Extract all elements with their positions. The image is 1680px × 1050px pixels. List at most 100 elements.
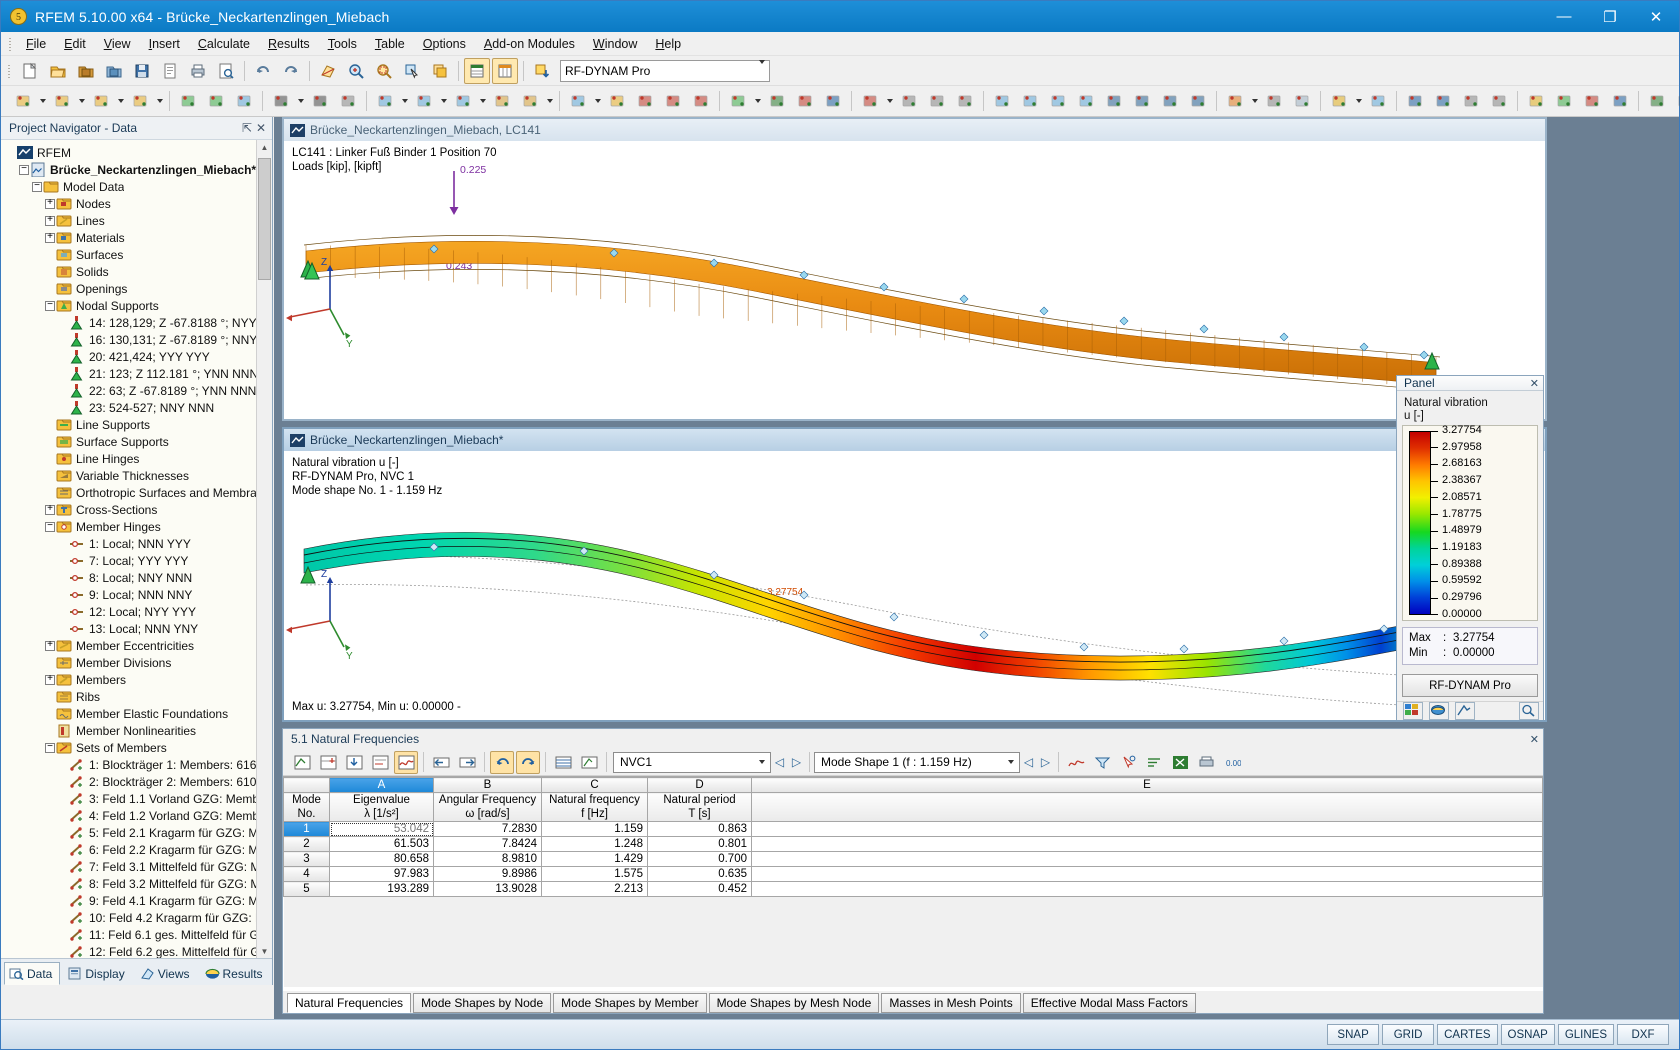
- polyline-icon[interactable]: [127, 88, 153, 114]
- line-icon[interactable]: [49, 88, 75, 114]
- cell-eigenvalue[interactable]: 97.983: [329, 866, 434, 882]
- table-row[interactable]: 1 53.042 7.2830 1.159 0.863: [283, 821, 1543, 837]
- cell-angular[interactable]: 9.8986: [433, 866, 542, 882]
- detail-icon[interactable]: [1458, 88, 1484, 114]
- menu-item-results[interactable]: Results: [259, 34, 319, 54]
- mass-icon[interactable]: [1579, 88, 1605, 114]
- expand-icon[interactable]: [44, 637, 56, 654]
- minimize-button[interactable]: —: [1541, 1, 1587, 32]
- status-toggle-snap[interactable]: SNAP: [1327, 1024, 1380, 1045]
- table-row[interactable]: 5 193.289 13.9028 2.213 0.452: [283, 881, 1543, 897]
- navigator-close-icon[interactable]: ✕: [254, 121, 268, 135]
- results-panel[interactable]: Panel ✕ Natural vibration u [-] 3.27754 2…: [1396, 375, 1544, 720]
- zoom-in-icon[interactable]: [343, 58, 369, 84]
- table-sort-icon[interactable]: [1142, 751, 1166, 774]
- menu-item-file[interactable]: File: [17, 34, 55, 54]
- results-icon[interactable]: [820, 88, 846, 114]
- collapse-icon[interactable]: [44, 739, 56, 756]
- table-next-block-icon[interactable]: [455, 751, 479, 774]
- tree-node[interactable]: Member Nonlinearities: [1, 722, 272, 739]
- view-side-icon[interactable]: [1073, 88, 1099, 114]
- table-pointer-icon[interactable]: [1116, 751, 1140, 774]
- tree-node[interactable]: 6: Feld 2.2 Kragarm für GZG: M: [1, 841, 272, 858]
- member-icon[interactable]: [268, 88, 294, 114]
- line-tangent-dropdown-icon[interactable]: [115, 89, 126, 113]
- cell-empty[interactable]: [751, 821, 1543, 837]
- tree-node[interactable]: 9: Feld 4.1 Kragarm für GZG: M: [1, 892, 272, 909]
- show-tables-icon[interactable]: [464, 57, 490, 84]
- copy-icon[interactable]: [489, 88, 515, 114]
- undo-icon[interactable]: [250, 58, 276, 84]
- menu-item-view[interactable]: View: [95, 34, 140, 54]
- navigator-tab-views[interactable]: Views: [135, 962, 198, 985]
- tree-node[interactable]: 1: Blockträger 1: Members: 616,: [1, 756, 272, 773]
- deform-dropdown-icon[interactable]: [884, 89, 895, 113]
- tree-node[interactable]: Nodes: [1, 195, 272, 212]
- cell-angular[interactable]: 8.9810: [433, 851, 542, 867]
- table-print-icon[interactable]: [1194, 751, 1218, 774]
- panel-close-icon[interactable]: ✕: [1530, 377, 1539, 390]
- tree-node[interactable]: Surfaces: [1, 246, 272, 263]
- tree-node[interactable]: 2: Blockträger 2: Members: 610,: [1, 773, 272, 790]
- menu-item-table[interactable]: Table: [366, 34, 414, 54]
- dynam2-icon[interactable]: [1551, 88, 1577, 114]
- member-dropdown-icon[interactable]: [295, 89, 306, 113]
- table-diagram-icon[interactable]: [1064, 751, 1088, 774]
- collapse-icon[interactable]: [44, 297, 56, 314]
- table-delete-row-icon[interactable]: [342, 751, 366, 774]
- menu-item-window[interactable]: Window: [584, 34, 646, 54]
- table-tab-effective-modal-mass-factors[interactable]: Effective Modal Mass Factors: [1022, 993, 1196, 1013]
- navigator-scrollbar[interactable]: ▲ ▼: [256, 140, 272, 958]
- copy-window-icon[interactable]: [427, 58, 453, 84]
- cell-period[interactable]: 0.635: [647, 866, 752, 882]
- osnap-icon[interactable]: [952, 88, 978, 114]
- table-insert-row-icon[interactable]: [316, 751, 340, 774]
- navigator-tab-results[interactable]: Results: [200, 962, 271, 985]
- cell-freq[interactable]: 1.248: [541, 836, 648, 852]
- stop-icon[interactable]: [792, 88, 818, 114]
- table-filter-icon[interactable]: [368, 751, 392, 774]
- free-load-icon[interactable]: [450, 88, 476, 114]
- tree-node[interactable]: 7: Local; YYY YYY: [1, 552, 272, 569]
- line-support-icon[interactable]: [203, 88, 229, 114]
- table-show-icon[interactable]: [1326, 88, 1352, 114]
- tree-node[interactable]: 11: Feld 6.1 ges. Mittelfeld für G: [1, 926, 272, 943]
- grid-icon[interactable]: [896, 88, 922, 114]
- view-iso-icon[interactable]: [989, 88, 1015, 114]
- expand-icon[interactable]: [44, 195, 56, 212]
- cell-empty[interactable]: [751, 881, 1543, 897]
- results-table-window[interactable]: 5.1 Natural Frequencies ✕ NVC1 ◁ ▷ Mode …: [282, 728, 1544, 1014]
- table-row[interactable]: 3 80.658 8.9810 1.429 0.700: [283, 851, 1543, 867]
- expand-icon[interactable]: [44, 501, 56, 518]
- cell-freq[interactable]: 2.213: [541, 881, 648, 897]
- menu-item-edit[interactable]: Edit: [55, 34, 95, 54]
- tree-node[interactable]: 16: 130,131; Z -67.8189 °; NNY N: [1, 331, 272, 348]
- menu-item-options[interactable]: Options: [414, 34, 475, 54]
- row-header-mode-no[interactable]: 5: [283, 881, 330, 897]
- status-toggle-dxf[interactable]: DXF: [1617, 1024, 1669, 1045]
- viewport2-canvas[interactable]: Natural vibration u [-] RF-DYNAM Pro, NV…: [284, 451, 1545, 720]
- snap-icon[interactable]: [924, 88, 950, 114]
- cell-angular[interactable]: 7.2830: [433, 821, 542, 837]
- final-a-icon[interactable]: [1644, 88, 1670, 114]
- expand-icon[interactable]: [44, 229, 56, 246]
- zoom-region-icon[interactable]: [371, 58, 397, 84]
- navigator-scroll-thumb[interactable]: [258, 158, 271, 280]
- table-filter-results-icon[interactable]: [1090, 751, 1114, 774]
- table-show-dropdown-icon[interactable]: [1353, 89, 1364, 113]
- table-tab-mode-shapes-by-node[interactable]: Mode Shapes by Node: [413, 993, 552, 1013]
- render-dropdown-icon[interactable]: [1249, 89, 1260, 113]
- scroll-down-icon[interactable]: ▼: [257, 944, 272, 958]
- status-toggle-glines[interactable]: GLINES: [1557, 1024, 1614, 1045]
- tree-node[interactable]: Brücke_Neckartenzlingen_Miebach*: [1, 161, 272, 178]
- array3-icon[interactable]: [688, 88, 714, 114]
- cell-freq[interactable]: 1.575: [541, 866, 648, 882]
- mirror-icon[interactable]: [565, 88, 591, 114]
- rotate3d-icon[interactable]: [1185, 88, 1211, 114]
- tree-node[interactable]: Nodal Supports: [1, 297, 272, 314]
- row-header-mode-no[interactable]: 1: [283, 821, 330, 837]
- status-toggle-osnap[interactable]: OSNAP: [1500, 1024, 1555, 1045]
- panel-filter-icon[interactable]: [1455, 702, 1475, 720]
- table-view-grid-icon[interactable]: [551, 751, 575, 774]
- column-header-A[interactable]: A: [329, 777, 434, 793]
